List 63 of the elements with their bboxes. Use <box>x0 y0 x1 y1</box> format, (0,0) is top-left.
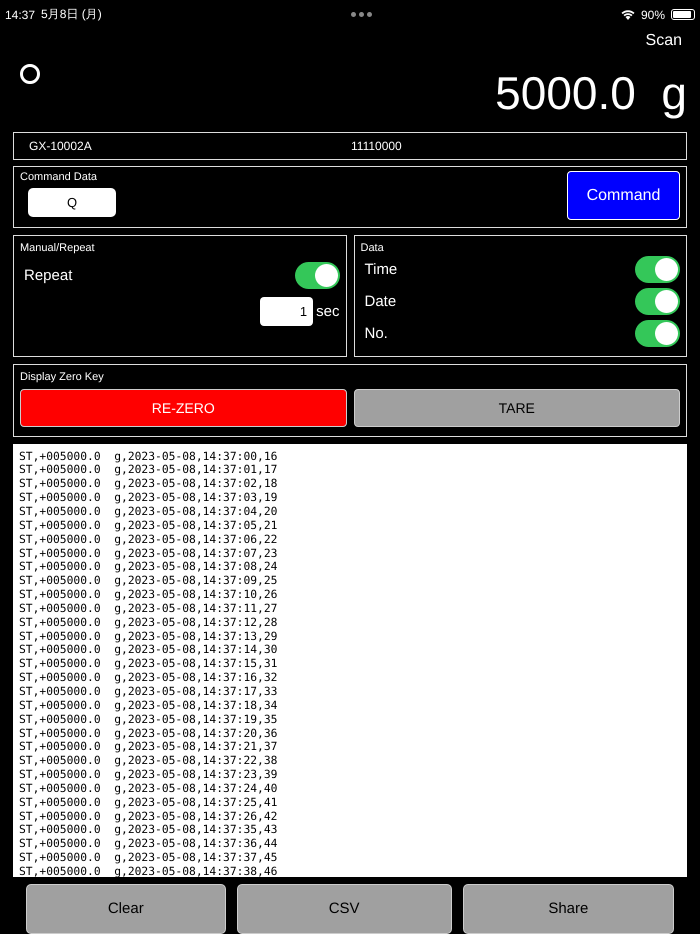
panel-title: Display Zero Key <box>20 370 105 383</box>
command-input[interactable]: Q <box>28 188 116 217</box>
log-line: ST,+005000.0 g,2023-05-08,14:37:09,25 <box>19 574 278 588</box>
log-line: ST,+005000.0 g,2023-05-08,14:37:36,44 <box>19 837 278 852</box>
panel-title: Data <box>360 242 385 254</box>
log-line: ST,+005000.0 g,2023-05-08,14:37:35,43 <box>19 823 278 838</box>
log-line: ST,+005000.0 g,2023-05-08,14:37:18,34 <box>19 698 278 713</box>
log-line: ST,+005000.0 g,2023-05-08,14:37:17,33 <box>19 684 278 699</box>
battery-percent: 90% <box>640 8 665 22</box>
repeat-label: Repeat <box>24 266 72 284</box>
interval-input[interactable]: 1 <box>260 296 314 326</box>
log-line: ST,+005000.0 g,2023-05-08,14:37:03,19 <box>19 491 278 505</box>
weight-reading: 5000.0 g <box>495 66 687 120</box>
repeat-toggle[interactable] <box>294 262 340 289</box>
log-line: ST,+005000.0 g,2023-05-08,14:37:21,37 <box>19 740 278 754</box>
bottom-button[interactable]: Share <box>462 884 674 934</box>
panel-title: Manual/Repeat <box>20 242 96 254</box>
log-line: ST,+005000.0 g,2023-05-08,14:37:24,40 <box>19 782 278 796</box>
multitask-dots-icon <box>350 12 372 18</box>
data-toggle[interactable] <box>635 320 680 348</box>
battery-icon <box>671 9 695 20</box>
log-line: ST,+005000.0 g,2023-05-08,14:37:06,22 <box>19 532 278 547</box>
scan-link[interactable]: Scan <box>646 32 682 50</box>
unit-label: sec <box>316 302 340 320</box>
data-toggle[interactable] <box>635 288 680 316</box>
log-line: ST,+005000.0 g,2023-05-08,14:37:22,38 <box>19 754 278 768</box>
zero-key-button[interactable]: TARE <box>354 388 680 427</box>
panel-title: Command Data <box>20 170 98 183</box>
log-line: ST,+005000.0 g,2023-05-08,14:37:01,17 <box>19 463 278 478</box>
log-line: ST,+005000.0 g,2023-05-08,14:37:37,45 <box>19 851 278 865</box>
status-date: 5月8日 (月) <box>41 6 102 24</box>
log-line: ST,+005000.0 g,2023-05-08,14:37:25,41 <box>19 796 278 810</box>
bottom-button[interactable]: CSV <box>236 884 452 934</box>
command-button[interactable]: Command <box>567 171 680 220</box>
log-line: ST,+005000.0 g,2023-05-08,14:37:14,30 <box>19 643 278 658</box>
ring-icon <box>20 64 40 84</box>
status-time: 14:37 <box>5 8 36 22</box>
log-line: ST,+005000.0 g,2023-05-08,14:37:16,32 <box>19 671 278 685</box>
data-toggle-label: Time <box>364 261 398 278</box>
data-toggle-label: No. <box>364 325 388 342</box>
log-line: ST,+005000.0 g,2023-05-08,14:37:08,24 <box>19 560 278 574</box>
log-line: ST,+005000.0 g,2023-05-08,14:37:38,46 <box>19 864 278 877</box>
bottom-button[interactable]: Clear <box>26 884 226 934</box>
log-line: ST,+005000.0 g,2023-05-08,14:37:13,29 <box>19 630 278 644</box>
log-line: ST,+005000.0 g,2023-05-08,14:37:05,21 <box>19 518 278 533</box>
log-line: ST,+005000.0 g,2023-05-08,14:37:20,36 <box>19 726 278 740</box>
log-line: ST,+005000.0 g,2023-05-08,14:37:04,20 <box>19 505 278 519</box>
log-line: ST,+005000.0 g,2023-05-08,14:37:12,28 <box>19 616 278 630</box>
log-line: ST,+005000.0 g,2023-05-08,14:37:15,31 <box>19 657 278 672</box>
device-serial: 11110000 <box>351 138 402 153</box>
wifi-icon <box>620 9 635 20</box>
log-line: ST,+005000.0 g,2023-05-08,14:37:07,23 <box>19 546 278 560</box>
log-line: ST,+005000.0 g,2023-05-08,14:37:00,16 <box>19 450 278 464</box>
zero-key-button[interactable]: RE-ZERO <box>20 388 346 427</box>
log-line: ST,+005000.0 g,2023-05-08,14:37:26,42 <box>19 810 278 824</box>
data-toggle[interactable] <box>635 256 680 284</box>
data-toggle-label: Date <box>364 293 396 310</box>
log-line: ST,+005000.0 g,2023-05-08,14:37:10,26 <box>19 588 278 602</box>
log-line: ST,+005000.0 g,2023-05-08,14:37:02,18 <box>19 477 278 492</box>
log-line: ST,+005000.0 g,2023-05-08,14:37:11,27 <box>19 602 278 616</box>
log-line: ST,+005000.0 g,2023-05-08,14:37:19,35 <box>19 712 278 726</box>
log-line: ST,+005000.0 g,2023-05-08,14:37:23,39 <box>19 768 278 782</box>
device-model: GX-10002A <box>29 138 93 153</box>
